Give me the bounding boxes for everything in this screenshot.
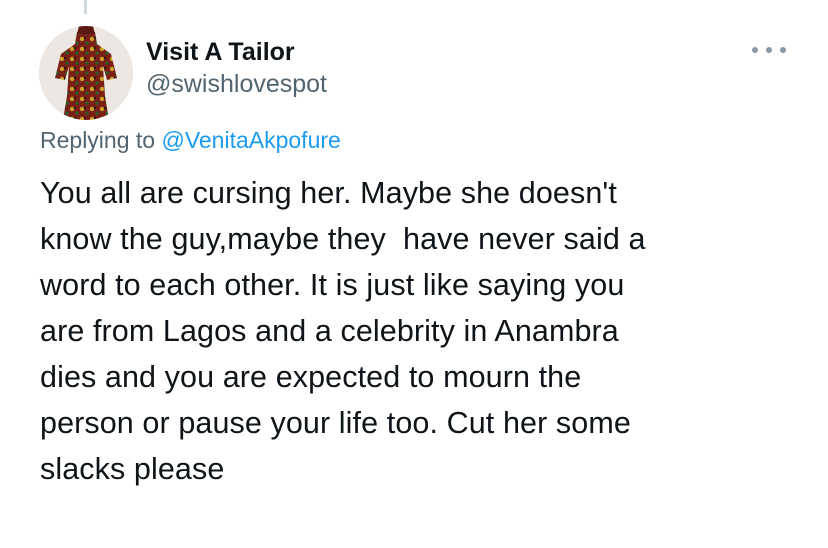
dot	[780, 47, 786, 53]
author-handle[interactable]: @swishlovespot	[146, 70, 327, 99]
avatar[interactable]	[39, 26, 133, 120]
thread-connector-line	[84, 0, 87, 14]
replying-prefix: Replying to	[40, 127, 162, 153]
tweet-text-line: dies and you are expected to mourn the	[40, 360, 582, 394]
tweet-text-line: know the guy,maybe they have never said …	[40, 222, 646, 256]
author-name[interactable]: Visit A Tailor	[146, 38, 295, 67]
dot	[752, 47, 758, 53]
replying-to-mention-link[interactable]: @VenitaAkpofure	[161, 127, 340, 153]
tweet-text-line: slacks please	[40, 452, 225, 486]
tweet-text-line: You all are cursing her. Maybe she doesn…	[40, 176, 617, 210]
avatar-photo-icon	[39, 26, 133, 120]
dot	[766, 47, 772, 53]
tweet-text-line: word to each other. It is just like sayi…	[40, 268, 625, 302]
tweet-text: You all are cursing her. Maybe she doesn…	[40, 170, 820, 492]
more-options-icon[interactable]	[752, 38, 786, 62]
replying-to-label: Replying to @VenitaAkpofure	[40, 127, 341, 154]
tweet-text-line: person or pause your life too. Cut her s…	[40, 406, 631, 440]
tweet-text-line: are from Lagos and a celebrity in Anambr…	[40, 314, 619, 348]
